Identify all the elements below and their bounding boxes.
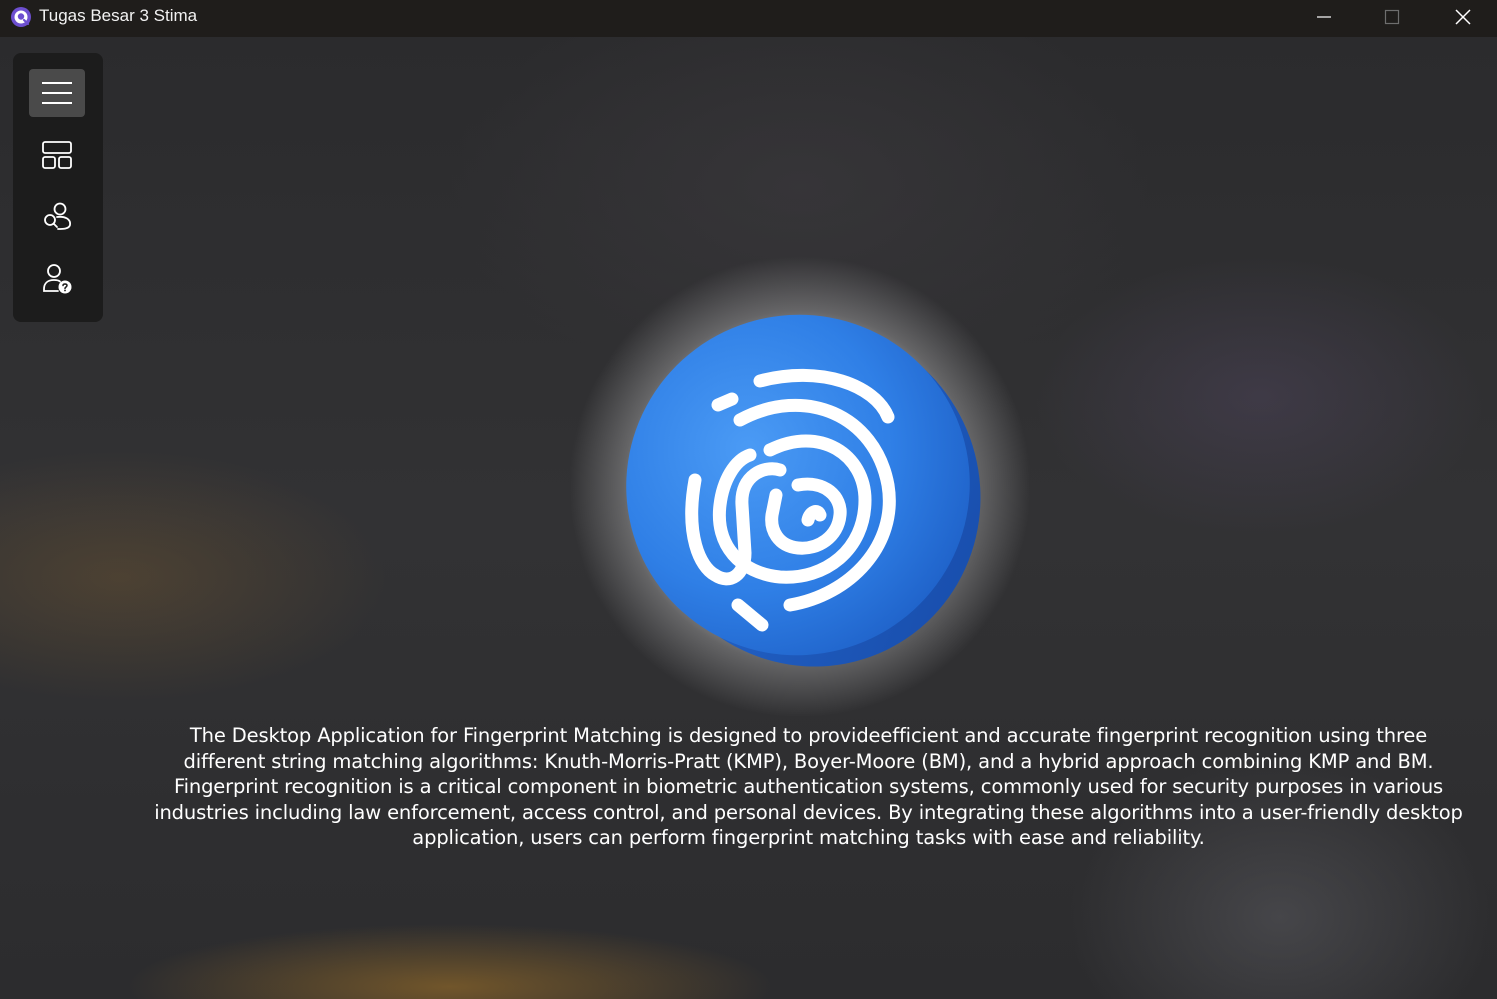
minimize-button[interactable] xyxy=(1295,0,1353,33)
fingerprint-icon xyxy=(626,314,981,667)
main-content: The Desktop Application for Fingerprint … xyxy=(0,37,1497,999)
app-logo-icon xyxy=(10,6,32,28)
hamburger-menu-icon xyxy=(42,82,72,104)
sidebar-menu-toggle[interactable] xyxy=(29,69,85,117)
maximize-button[interactable] xyxy=(1363,0,1421,33)
fingerprint-hero xyxy=(620,305,986,671)
sidebar-nav xyxy=(13,53,103,322)
app-description: The Desktop Application for Fingerprint … xyxy=(154,724,1463,849)
close-button[interactable] xyxy=(1434,0,1492,33)
sidebar-item-dashboard[interactable] xyxy=(29,131,85,179)
close-icon xyxy=(1455,8,1471,25)
window-title: Tugas Besar 3 Stima xyxy=(39,6,198,25)
sidebar-item-search-people[interactable] xyxy=(29,193,85,241)
dashboard-layout-icon xyxy=(42,141,72,169)
people-search-icon xyxy=(44,202,71,230)
minimize-icon xyxy=(1317,15,1331,18)
title-bar: Tugas Besar 3 Stima xyxy=(0,0,1497,37)
person-help-icon xyxy=(43,264,72,294)
maximize-icon xyxy=(1384,9,1400,24)
sidebar-item-about[interactable] xyxy=(29,255,85,303)
